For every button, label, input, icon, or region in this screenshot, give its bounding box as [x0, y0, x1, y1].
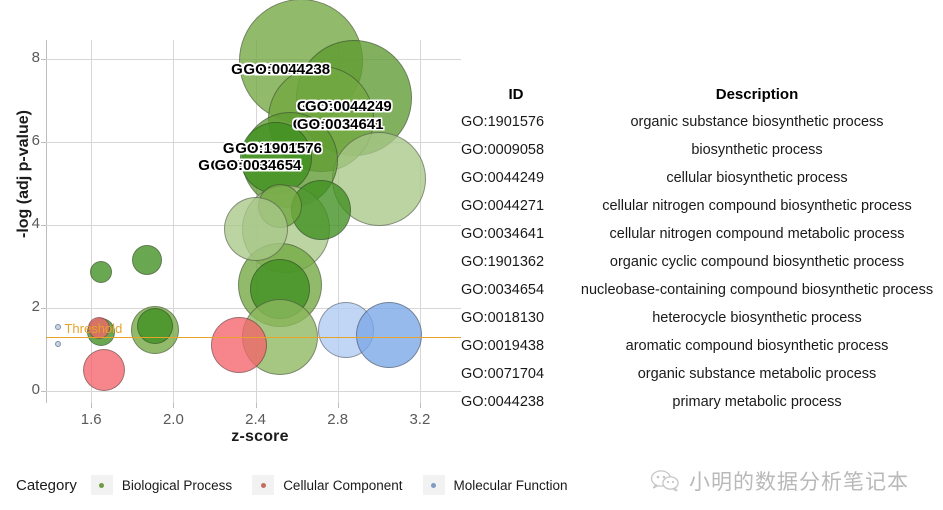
table-row: GO:1901362 organic cyclic compound biosyn…: [461, 254, 943, 282]
threshold-label: Threshold: [64, 320, 123, 336]
cell-id: GO:0034641: [461, 226, 545, 242]
table-row: GO:0009058 biosynthetic process: [461, 142, 943, 170]
cell-id: GO:0044271: [461, 198, 545, 214]
legend-dot-icon: [260, 482, 266, 488]
table-row: GO:0044238 primary metabolic process: [461, 394, 943, 422]
legend-label: Cellular Component: [283, 477, 403, 493]
legend-swatch: [90, 475, 113, 495]
x-tick-mark: [419, 403, 421, 408]
cell-description: primary metabolic process: [672, 394, 842, 410]
legend-swatch: [422, 475, 445, 495]
cell-id: GO:0019438: [461, 338, 545, 354]
legend-item[interactable]: Biological Process: [90, 475, 233, 495]
table-body: GO:1901576 organic substance biosynthetic…: [461, 114, 943, 422]
category-legend: Category Biological Process Cellular Comp…: [16, 474, 588, 496]
gridline-vertical: [173, 40, 175, 403]
y-tick-label: 2: [31, 297, 40, 315]
column-header-id: ID: [508, 86, 524, 103]
cell-description: organic substance biosynthetic process: [630, 114, 884, 130]
watermark: 小明的数据分析笔记本: [650, 466, 909, 496]
chart-screenshot: -log (adj p-value) z-score 0 2 4 6 8 1.6 2.0 2…: [0, 0, 943, 510]
y-tick-label: 8: [31, 48, 40, 66]
bubble-point[interactable]: [211, 316, 268, 373]
x-tick-mark: [91, 403, 93, 408]
cell-description: organic cyclic compound biosynthetic pro…: [609, 254, 905, 270]
cell-description: heterocycle biosynthetic process: [652, 310, 862, 326]
go-term-table: ID Description GO:1901576 organic substan…: [461, 86, 943, 422]
y-tick-label: 6: [31, 131, 40, 149]
table-row: GO:0034654 nucleobase-containing compound…: [461, 282, 943, 310]
legend-dot-icon: [431, 482, 436, 488]
bubble-point[interactable]: [90, 261, 113, 284]
watermark-text: 小明的数据分析笔记本: [689, 470, 909, 494]
cell-description: aromatic compound biosynthetic process: [625, 338, 889, 354]
wechat-icon: [650, 470, 679, 492]
y-tick-label: 0: [31, 380, 40, 398]
bubble-point[interactable]: [131, 244, 162, 275]
x-tick-label: 2.0: [162, 411, 184, 428]
x-tick-mark: [173, 403, 175, 408]
point-label: GO:1901576: [235, 139, 322, 157]
cell-description: cellular nitrogen compound metabolic pro…: [609, 226, 905, 242]
y-tick-label: 4: [31, 214, 40, 232]
bubble-point[interactable]: [356, 301, 423, 368]
x-tick-mark: [255, 403, 257, 408]
threshold-marker-dot: [55, 324, 62, 331]
gridline-horizontal: [46, 390, 461, 392]
x-tick-label: 2.8: [327, 411, 349, 428]
cell-id: GO:0034654: [461, 282, 545, 298]
cell-description: organic substance metabolic process: [637, 366, 877, 382]
gridline-vertical: [419, 40, 421, 403]
point-label: GO:0044249: [305, 98, 392, 116]
cell-description: nucleobase-containing compound biosynthe…: [580, 282, 934, 298]
threshold-marker-dot: [55, 341, 62, 348]
legend-label: Biological Process: [121, 477, 233, 493]
cell-id: GO:0018130: [461, 310, 545, 326]
x-axis-title: z-score: [231, 428, 289, 445]
threshold-line: [46, 336, 461, 339]
table-row: GO:0019438 aromatic compound biosynthetic…: [461, 338, 943, 366]
point-label: GO:0044238: [243, 61, 331, 79]
table-row: GO:0044249 cellular biosynthetic process: [461, 170, 943, 198]
bubble-point[interactable]: [82, 348, 125, 391]
cell-id: GO:0009058: [461, 142, 545, 158]
x-tick-label: 3.2: [409, 411, 431, 428]
bubble-point[interactable]: [223, 196, 288, 261]
table-row: GO:0034641 cellular nitrogen compound met…: [461, 226, 943, 254]
x-tick-label: 2.4: [245, 411, 266, 428]
table-row: GO:0071704 organic substance metabolic pr…: [461, 366, 943, 394]
cell-description: cellular biosynthetic process: [666, 170, 848, 186]
cell-id: GO:1901576: [461, 114, 545, 130]
cell-description: cellular nitrogen compound biosynthetic …: [602, 198, 912, 214]
legend-label: Molecular Function: [453, 477, 568, 493]
legend-dot-icon: [99, 482, 105, 488]
point-label: GO:0034654: [214, 156, 302, 174]
legend-title: Category: [16, 476, 77, 494]
x-tick-label: 1.6: [80, 411, 102, 428]
y-axis-title: -log (adj p-value): [15, 110, 32, 238]
column-header-description: Description: [715, 86, 799, 103]
plot-area: Threshold GO:0009058 GO:0044238 GO:0044237…: [46, 0, 461, 403]
bubble-point[interactable]: [136, 308, 173, 345]
cell-id: GO:0044249: [461, 170, 545, 186]
table-row: GO:1901576 organic substance biosynthetic…: [461, 114, 943, 142]
cell-id: GO:1901362: [461, 254, 545, 270]
cell-description: biosynthetic process: [691, 142, 823, 158]
gridline-vertical: [91, 40, 93, 403]
x-tick-mark: [337, 403, 339, 408]
table-row: GO:0018130 heterocycle biosynthetic proce…: [461, 310, 943, 338]
point-label: GO:0034641: [296, 115, 384, 133]
table-row: GO:0044271 cellular nitrogen compound bio…: [461, 198, 943, 226]
cell-id: GO:0044238: [461, 394, 545, 410]
table-header-row: ID Description: [461, 86, 943, 114]
legend-item[interactable]: Molecular Function: [422, 475, 568, 495]
legend-items: Biological Process Cellular Component Mole…: [90, 475, 588, 495]
legend-swatch: [252, 475, 275, 495]
legend-item[interactable]: Cellular Component: [252, 475, 403, 495]
cell-id: GO:0071704: [461, 366, 545, 382]
